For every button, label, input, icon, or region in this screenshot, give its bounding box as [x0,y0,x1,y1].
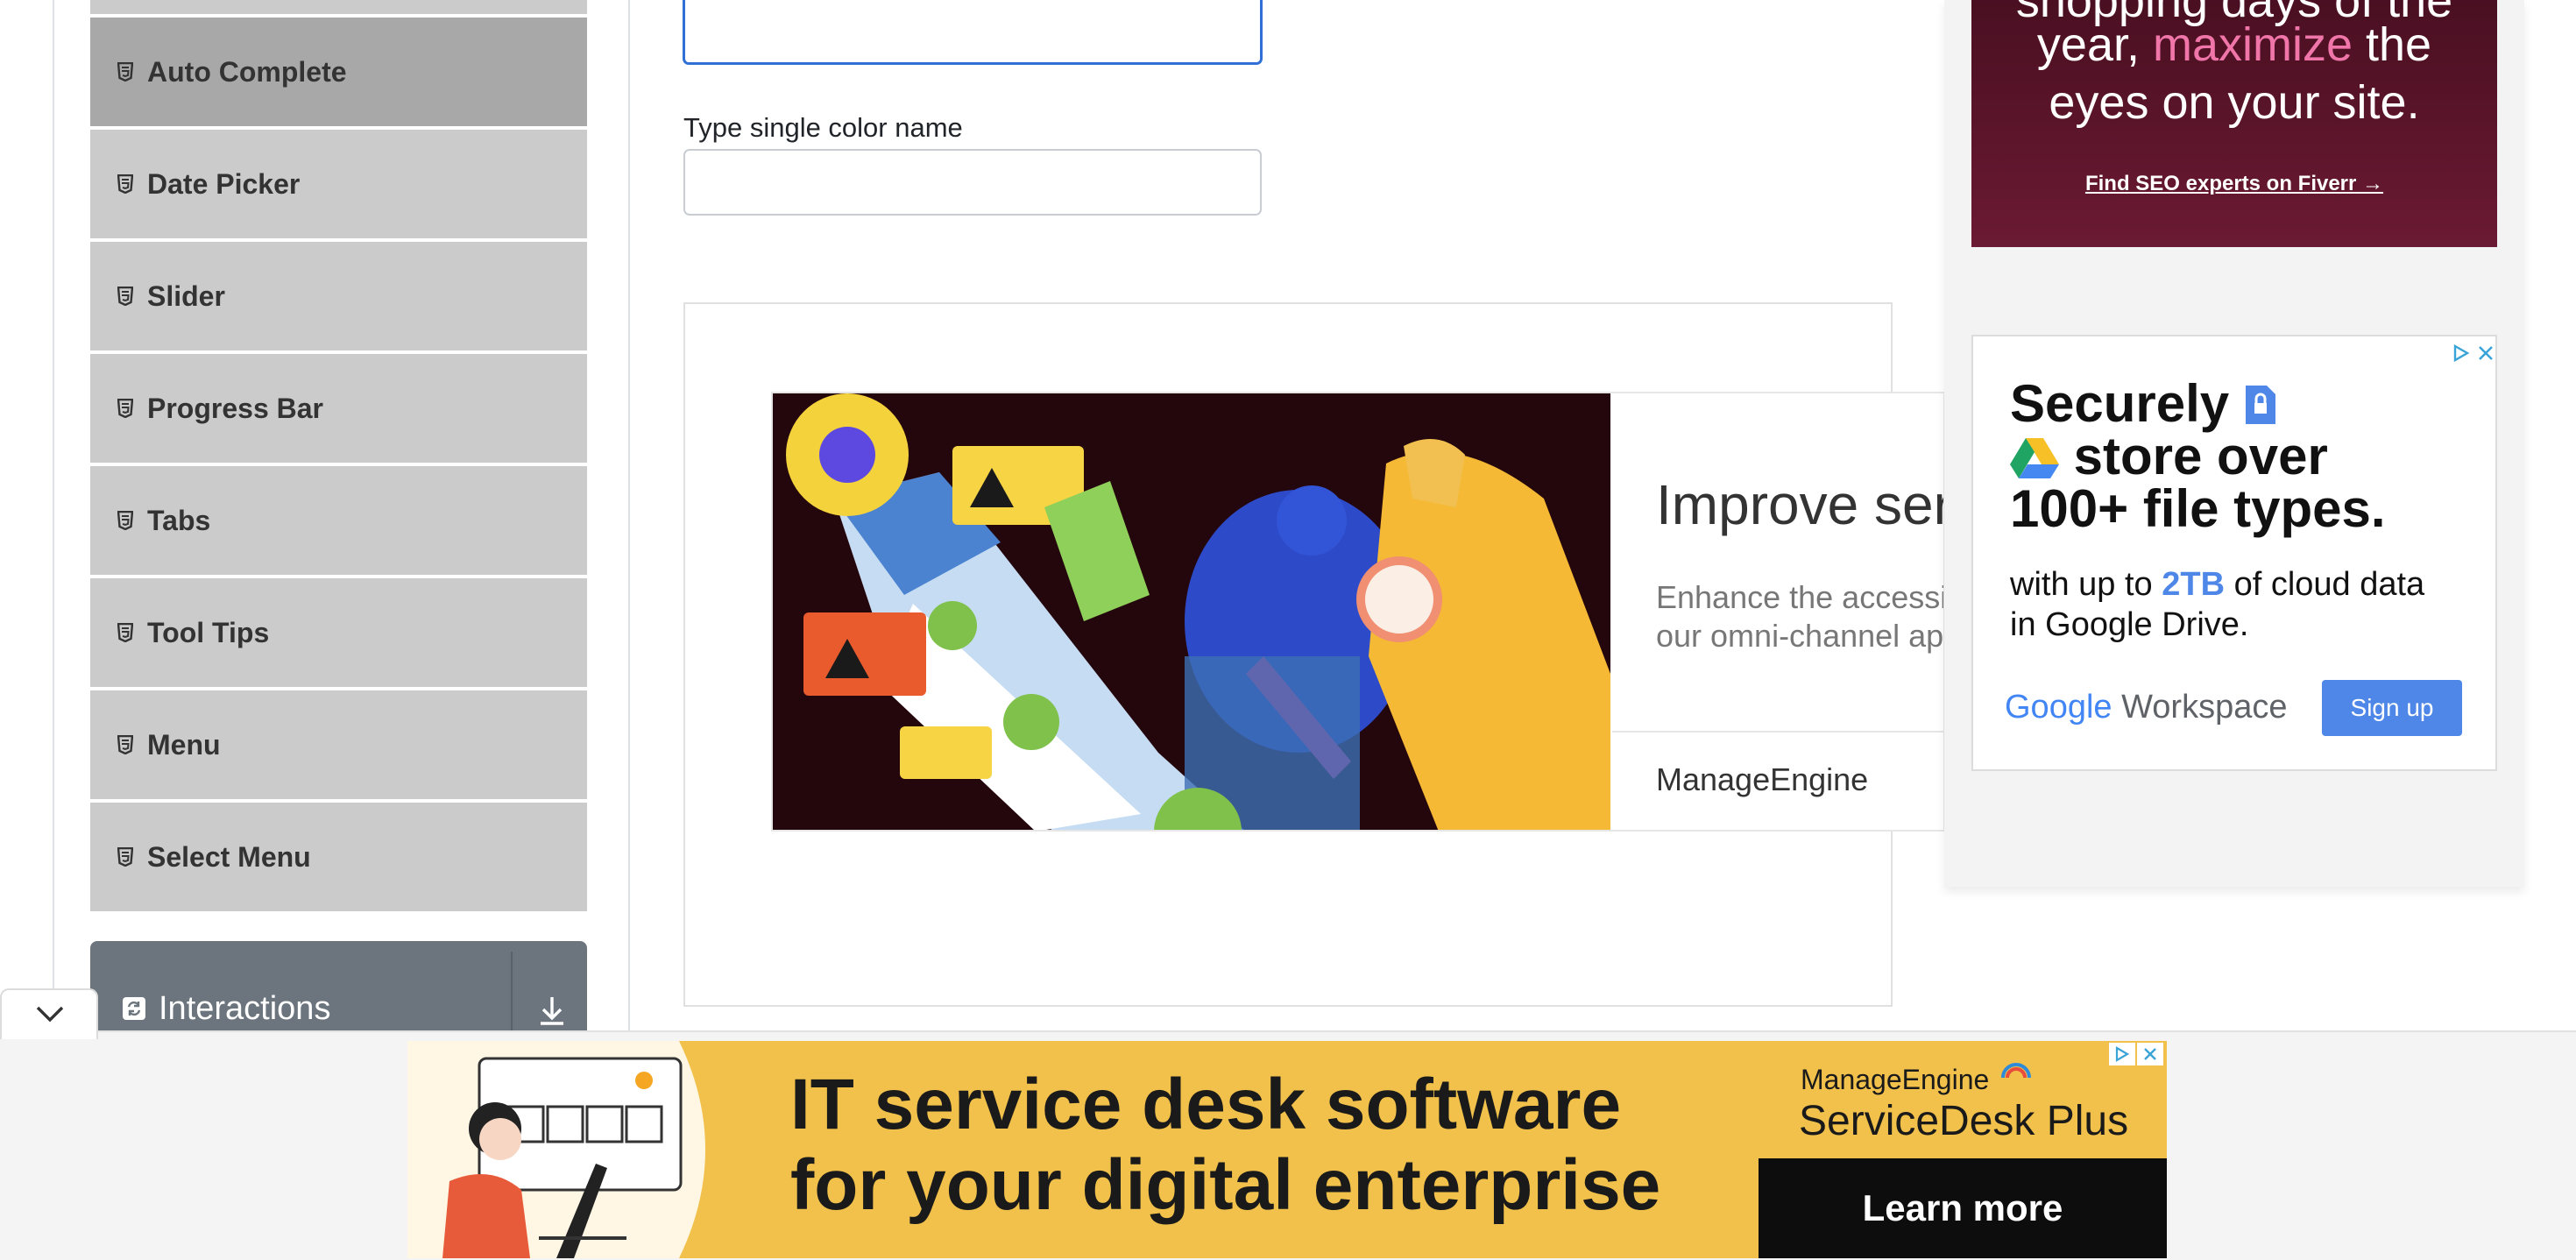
inline-ad-brand[interactable]: ManageEngine [1656,761,1868,798]
close-icon[interactable] [2476,343,2495,367]
sidebar-item-partial [90,0,587,16]
inline-ad-headline[interactable]: Improve serv [1656,472,1943,537]
fiverr-ad[interactable]: shopping days of the year, maximize the … [1971,0,2497,247]
banner-headline-2: for your digital enterprise [790,1145,1661,1225]
sidebar-item-tool-tips[interactable]: Tool Tips [90,578,587,687]
gw-headline-1-text: Securely [2010,374,2230,433]
gw-body-line-2: in Google Drive. [2010,606,2249,643]
learn-more-button[interactable]: Learn more [1759,1158,2167,1258]
sidebar-item-progress-bar[interactable]: Progress Bar [90,354,587,463]
single-color-label: Type single color name [683,112,963,143]
chevron-down-icon [35,1004,65,1028]
sidebar-item-label: Tabs [147,504,211,536]
gw-headline-3: 100+ file types. [2010,479,2386,538]
collapse-ad-toggle[interactable] [0,988,98,1039]
sidebar-item-label: Date Picker [147,167,301,200]
html5-icon [116,286,135,307]
close-icon[interactable] [2137,1043,2163,1065]
layout-divider-main [628,0,630,1032]
google-workspace-logo: Google Workspace [2005,689,2287,726]
inline-ad-body-line-1: Enhance the accessil [1656,579,1945,615]
sidebar-item-auto-complete[interactable]: Auto Complete [90,18,587,126]
html5-icon [116,61,135,82]
google-workspace-ad[interactable]: Securely store over 100+ file types. wit… [1971,335,2497,771]
inline-ad-card[interactable]: Improve serv Enhance the accessil our om… [771,392,1945,832]
html5-icon [116,173,135,195]
fiverr-ad-line-2: year, maximize the [1971,18,2497,72]
html5-icon [116,846,135,867]
sidebar-item-tabs[interactable]: Tabs [90,466,587,575]
service-illustration [773,393,1610,830]
signup-button[interactable]: Sign up [2322,680,2462,736]
sidebar-item-label: Menu [147,728,221,761]
banner-headline-1: IT service desk software [790,1065,1622,1144]
sidebar-item-select-menu[interactable]: Select Menu [90,803,587,911]
html5-icon [116,734,135,755]
gw-body-line-1: with up to 2TB of cloud data [2010,566,2424,604]
layout-divider-left [53,0,54,990]
adchoices-icon[interactable] [2109,1043,2135,1065]
bottom-banner-ad[interactable]: IT service desk software for your digita… [407,1041,2167,1258]
fiverr-ad-line-3: eyes on your site. [2049,76,2420,129]
banner-brand-small: ManageEngine [1801,1064,1990,1095]
gw-body-b: of cloud data [2225,566,2425,603]
inline-ad-divider [1612,731,1943,733]
sidebar-item-label: Select Menu [147,840,311,873]
html5-icon [116,622,135,643]
group-header-label: Interactions [159,990,331,1027]
adchoices-icon[interactable] [2452,343,2471,367]
fiverr-ad-highlight: maximize [2152,18,2353,71]
gw-headline-2-text: store over [2073,427,2328,485]
service-desk-illustration [407,1041,705,1258]
learn-more-label: Learn more [1862,1187,2063,1228]
google-logo-text: Google [2005,689,2112,726]
fiverr-ad-line-2-b: the [2353,18,2432,71]
manageengine-logo-icon [2000,1057,2032,1084]
fiverr-ad-line-2-a: year, [2036,18,2153,71]
interactions-icon [122,996,146,1025]
expand-arrow-icon[interactable] [537,994,567,1033]
signup-button-label: Sign up [2350,694,2434,721]
html5-icon [116,398,135,419]
single-color-input[interactable] [683,149,1262,216]
sidebar-item-menu[interactable]: Menu [90,690,587,799]
sidebar-item-label: Auto Complete [147,55,347,88]
workspace-logo-text: Workspace [2121,689,2288,726]
multiple-color-input[interactable] [683,0,1263,65]
group-header-interactions[interactable]: Interactions [90,941,587,1036]
fiverr-ad-cta[interactable]: Find SEO experts on Fiverr → [1971,172,2497,196]
banner-product: ServiceDesk Plus [1799,1098,2129,1144]
html5-icon [116,510,135,531]
sidebar-item-slider[interactable]: Slider [90,242,587,350]
sidebar-item-label: Progress Bar [147,392,323,424]
sidebar-item-label: Slider [147,280,225,312]
gw-body-a: with up to [2010,566,2162,603]
sidebar-item-date-picker[interactable]: Date Picker [90,130,587,238]
group-header-divider [511,952,513,1036]
sidebar-item-label: Tool Tips [147,616,270,648]
inline-ad-body-line-2: our omni-channel ap [1656,618,1944,654]
gw-body-highlight: 2TB [2162,566,2226,603]
